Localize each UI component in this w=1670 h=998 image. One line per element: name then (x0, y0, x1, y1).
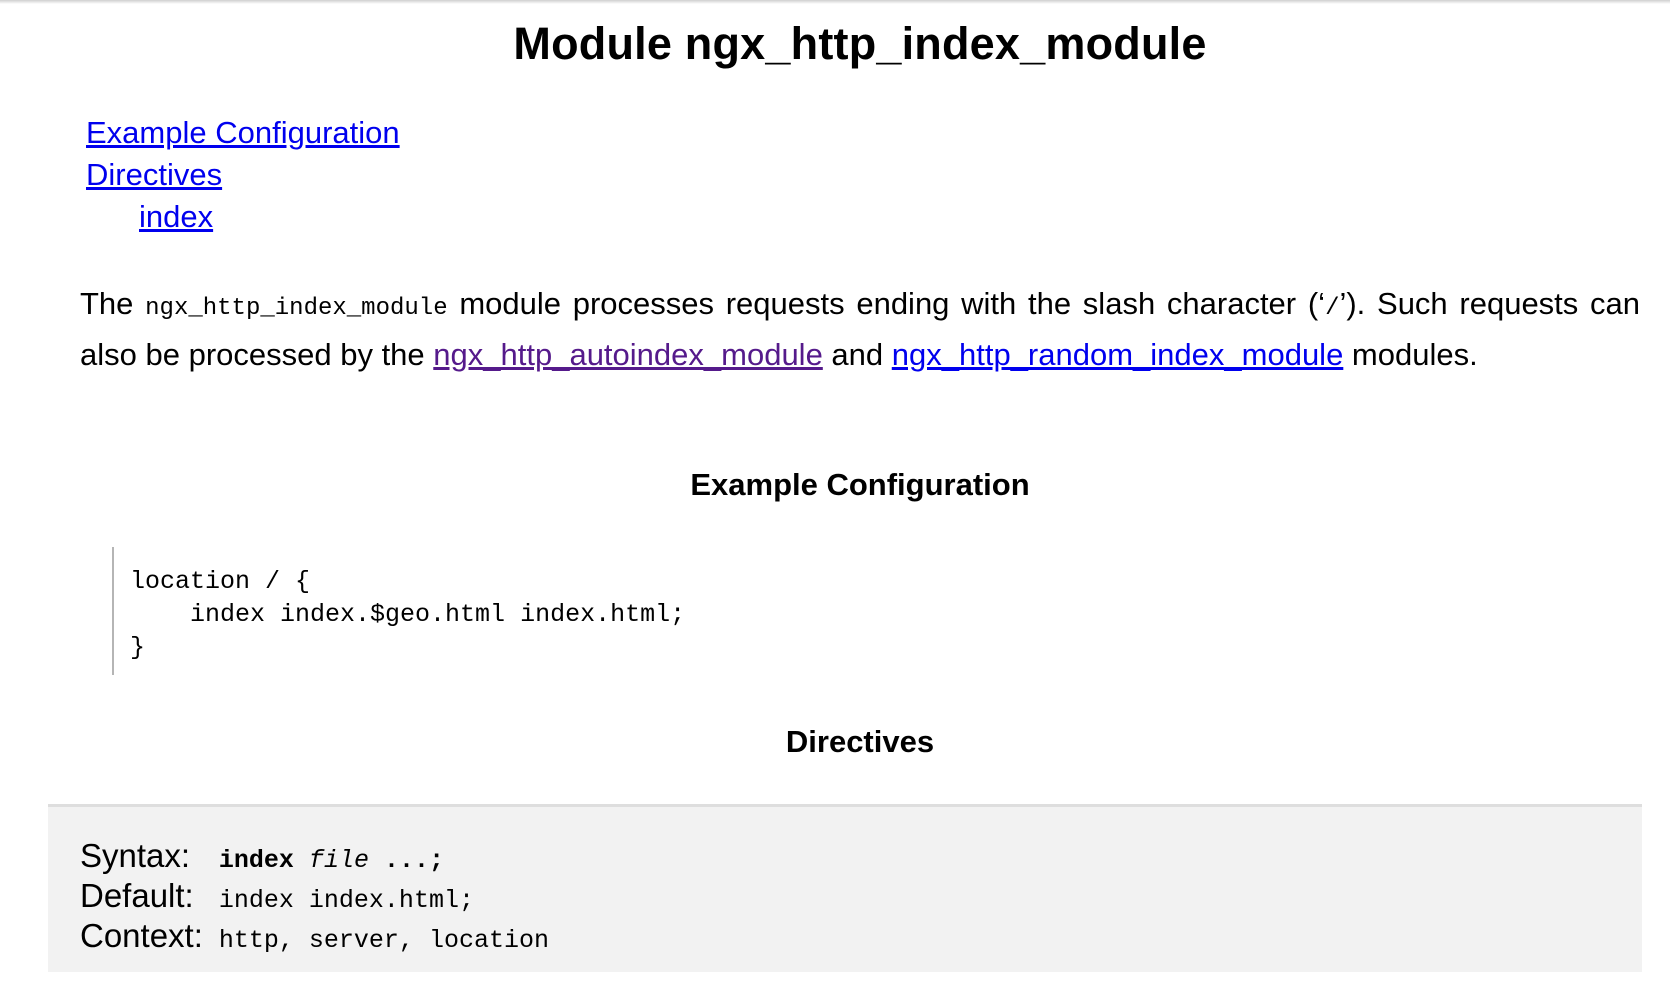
directive-table: Syntax: index file ...; Default: index i… (80, 837, 549, 957)
module-name-code: ngx_http_index_module (145, 295, 448, 322)
syntax-value: index file ...; (219, 837, 549, 877)
toc-link-example-configuration[interactable]: Example Configuration (86, 112, 400, 154)
random-index-module-link[interactable]: ngx_http_random_index_module (892, 337, 1344, 372)
syntax-directive-name: index (218, 846, 294, 875)
page-title: Module ngx_http_index_module (513, 18, 1207, 69)
syntax-row: Syntax: index file ...; (80, 837, 549, 877)
default-label: Default: (80, 877, 194, 914)
syntax-parameter: file (308, 846, 369, 875)
toc-link-index[interactable]: index (86, 196, 400, 238)
index-directive-box: Syntax: index file ...; Default: index i… (48, 804, 1642, 972)
default-value: index index.html; (218, 886, 474, 915)
context-label: Context: (80, 917, 203, 954)
toc-link-directives[interactable]: Directives (86, 154, 400, 196)
default-row: Default: index index.html; (80, 877, 549, 917)
syntax-rest: ...; (368, 846, 444, 875)
slash-code: / (1325, 295, 1340, 322)
example-code-block: location / { index index.$geo.html index… (112, 547, 685, 675)
intro-text-1: The (80, 286, 146, 321)
intro-text-5: modules. (1343, 337, 1478, 372)
intro-text-4: and (822, 337, 892, 372)
context-row: Context: http, server, location (80, 917, 549, 957)
example-configuration-heading: Example Configuration (690, 467, 1030, 502)
example-code: location / { index index.$geo.html index… (130, 567, 686, 662)
context-value: http, server, location (218, 926, 549, 955)
autoindex-module-link[interactable]: ngx_http_autoindex_module (433, 337, 823, 372)
window-top-edge (0, 0, 1670, 4)
directives-heading: Directives (785, 724, 935, 759)
module-description: The ngx_http_index_module module process… (80, 281, 1640, 378)
syntax-label: Syntax: (80, 837, 191, 874)
table-of-contents: Example Configuration Directives index (86, 112, 400, 238)
intro-text-2: module processes requests ending with th… (447, 286, 1326, 321)
